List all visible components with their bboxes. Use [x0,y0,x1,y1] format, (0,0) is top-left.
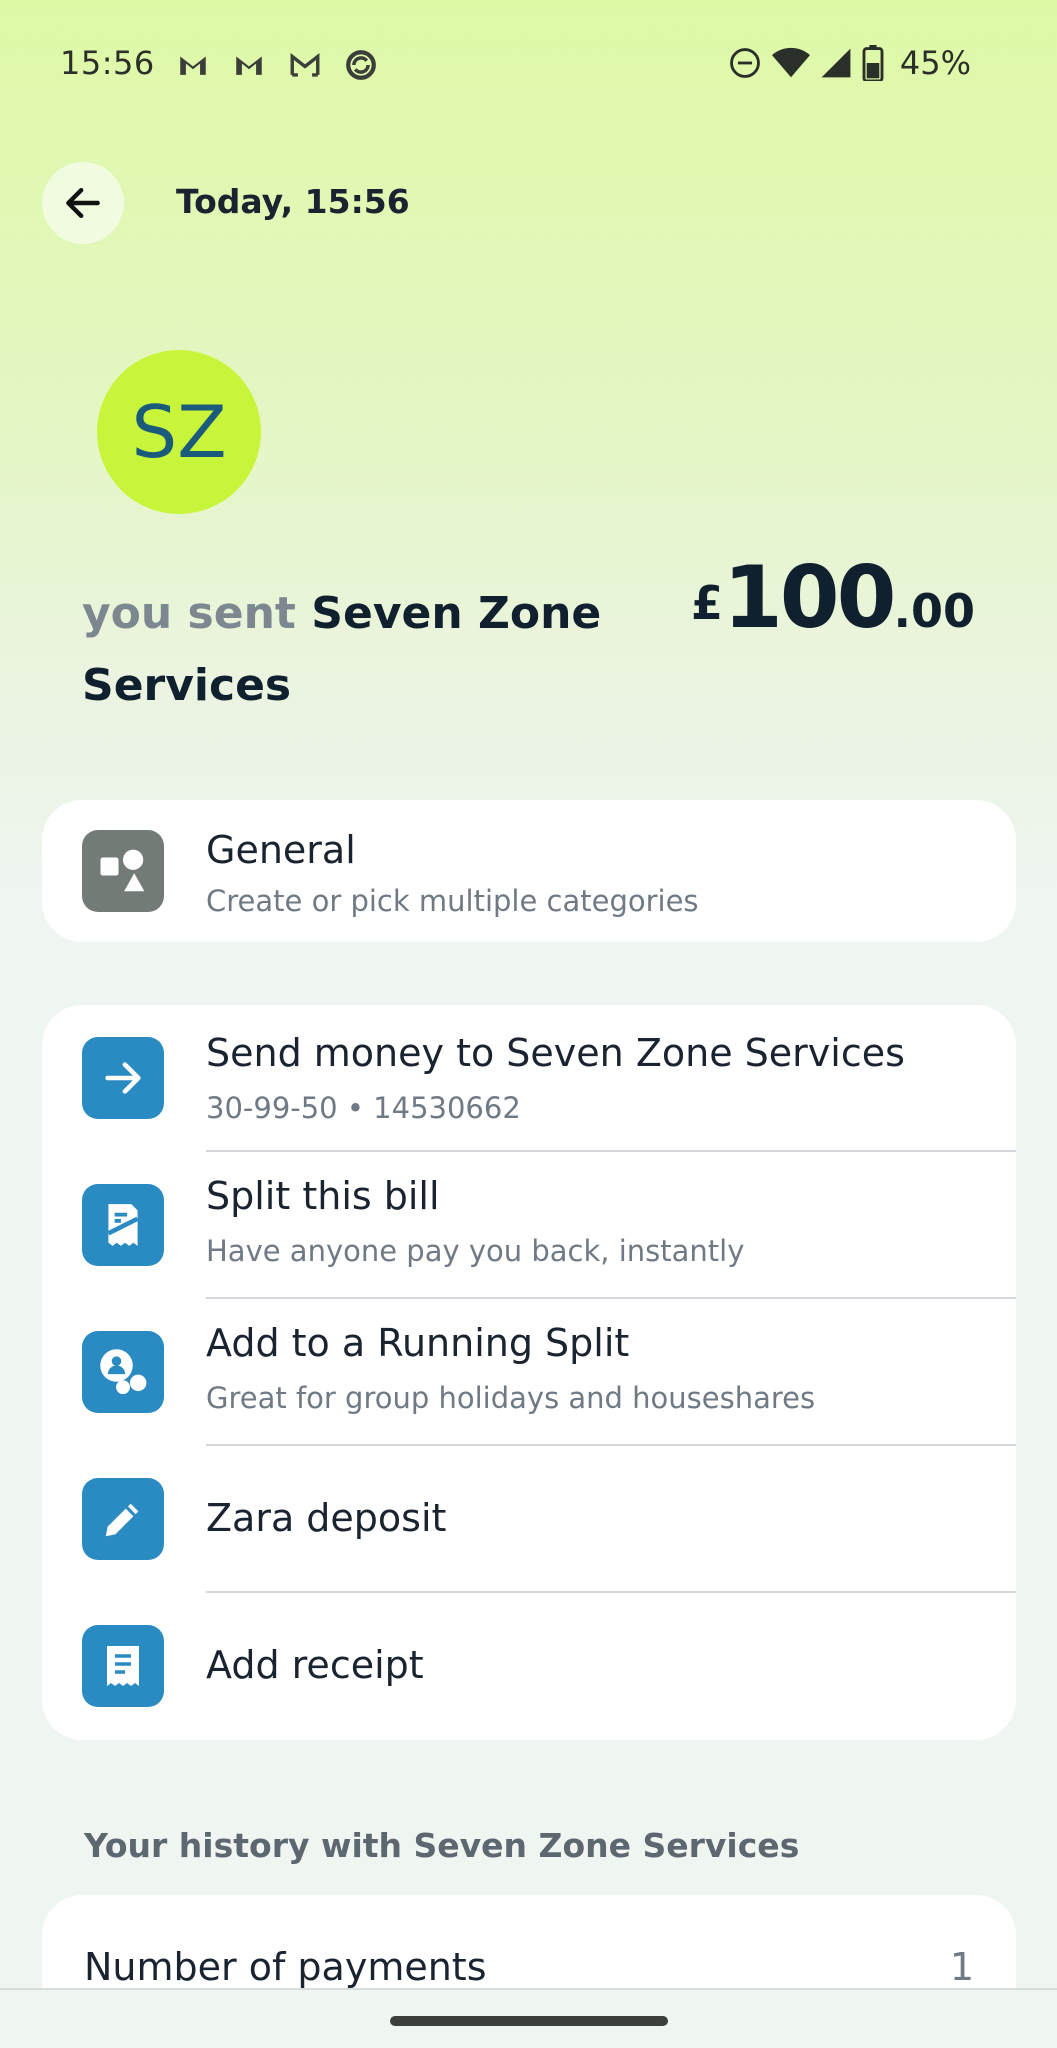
action-subtitle: Great for group holidays and houseshares [206,1381,816,1415]
note-text: Zara deposit [206,1496,447,1540]
add-receipt-row[interactable]: Add receipt [42,1593,1016,1740]
action-title: Add receipt [206,1643,424,1687]
do-not-disturb-icon [730,48,760,78]
group-icon [100,1349,147,1395]
sent-prefix: you sent [82,588,296,639]
running-split-icon-tile [82,1331,164,1413]
amount-major: 100 [722,548,897,648]
actions-card: Send money to Seven Zone Services 30-99-… [42,1005,1016,1740]
send-money-row[interactable]: Send money to Seven Zone Services 30-99-… [42,1005,1016,1152]
action-subtitle: Have anyone pay you back, instantly [206,1234,745,1268]
home-gesture-handle[interactable] [390,2016,668,2026]
split-icon-tile [82,1184,164,1266]
split-bill-row[interactable]: Split this bill Have anyone pay you back… [42,1152,1016,1299]
wifi-icon [771,47,810,78]
system-icons: 45% [728,44,971,82]
action-title: Send money to Seven Zone Services [206,1031,905,1075]
navigation-bar [0,1988,1057,2048]
arrow-left-icon [66,187,100,219]
status-time: 15:56 [60,44,155,82]
split-bill-icon [107,1204,139,1246]
running-split-row[interactable]: Add to a Running Split Great for group h… [42,1299,1016,1446]
category-card[interactable]: General Create or pick multiple categori… [42,800,1016,942]
receipt-icon [107,1646,139,1686]
arrow-right-icon [105,1062,141,1094]
receipt-icon-tile [82,1625,164,1707]
transaction-description: you sent Seven Zone Services [82,578,642,722]
battery-icon [862,45,884,81]
back-button[interactable] [42,162,124,244]
action-title: Split this bill [206,1174,440,1218]
gmail-outline-icon [290,53,320,77]
action-subtitle: 30-99-50 • 14530662 [206,1091,521,1125]
history-label: Number of payments [84,1945,487,1989]
note-icon-tile [82,1478,164,1560]
history-value: 1 [949,1945,974,1989]
shapes-icon [100,849,145,892]
amount-currency: £ [690,576,723,630]
amount-minor: .00 [893,584,976,638]
transaction-amount: £100.00 [691,548,975,648]
cell-signal-icon [821,48,851,78]
category-icon-tile [82,830,164,912]
status-bar: 15:56 45% [0,0,1057,130]
gmail-icon [236,56,262,75]
history-heading: Your history with Seven Zone Services [84,1826,800,1865]
note-row[interactable]: Zara deposit [42,1446,1016,1593]
battery-level: 45% [899,44,971,82]
avatar: SZ [97,350,261,514]
page-title: Today, 15:56 [176,182,410,221]
gmail-icon [180,56,206,75]
action-title: Add to a Running Split [206,1321,630,1365]
send-icon-tile [82,1037,164,1119]
category-title: General [206,828,356,872]
notification-icons [176,48,378,82]
pencil-icon [105,1503,139,1537]
category-subtitle: Create or pick multiple categories [206,884,699,918]
sync-app-icon [346,50,376,80]
